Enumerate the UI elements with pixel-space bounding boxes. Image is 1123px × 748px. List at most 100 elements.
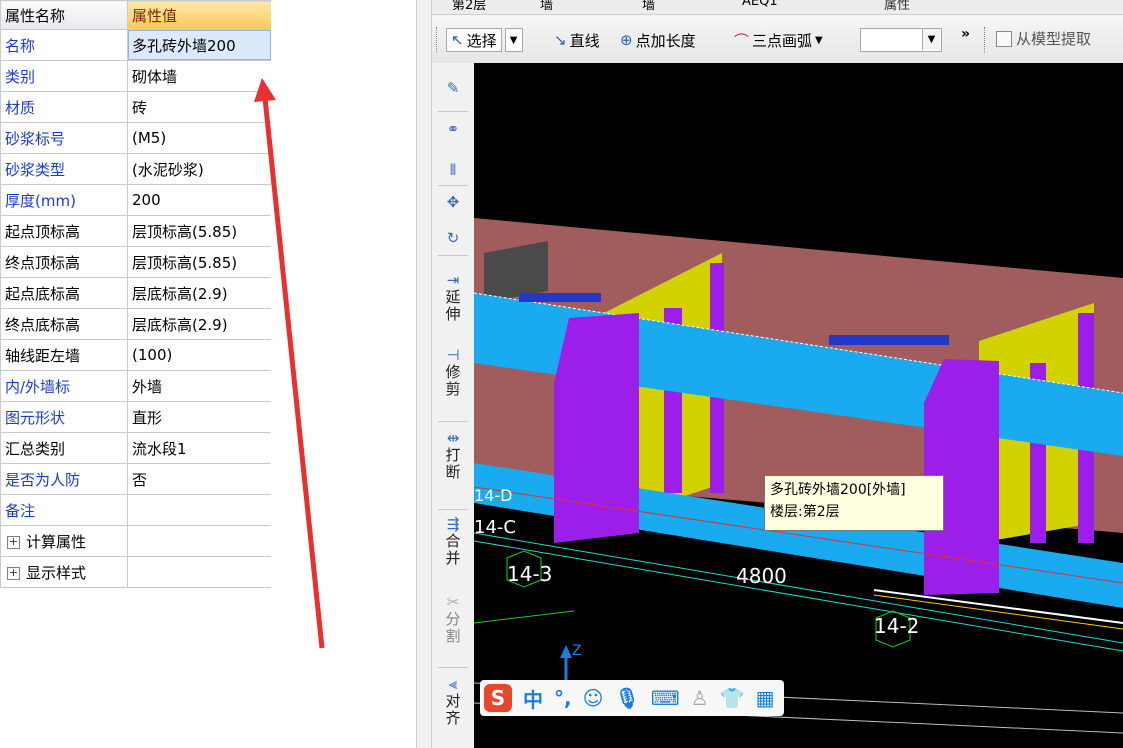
property-value bbox=[127, 525, 272, 557]
property-row[interactable]: 砂浆标号 (M5) bbox=[0, 122, 272, 154]
property-value[interactable]: 砖 bbox=[127, 91, 272, 123]
component-code-selector[interactable]: AEQ1 bbox=[742, 0, 778, 9]
ime-punctuation-toggle[interactable]: °, bbox=[554, 686, 572, 710]
move-tool[interactable]: ✥ bbox=[436, 193, 470, 211]
property-value[interactable]: 砌体墙 bbox=[127, 60, 272, 92]
property-row[interactable]: 起点底标高 层底标高(2.9) bbox=[0, 277, 272, 309]
property-row[interactable]: 图元形状 直形 bbox=[0, 401, 272, 433]
break-icon: ⇹ bbox=[446, 429, 460, 447]
property-value[interactable]: 多孔砖外墙200 bbox=[127, 29, 272, 61]
extract-from-model-button[interactable]: 从模型提取 bbox=[996, 28, 1091, 49]
property-value[interactable]: (M5) bbox=[127, 122, 272, 154]
extend-tool[interactable]: ⇥ 延伸 bbox=[436, 271, 470, 323]
extend-label: 延伸 bbox=[445, 288, 461, 323]
sogou-logo[interactable]: S bbox=[484, 684, 512, 712]
property-name: 终点底标高 bbox=[0, 308, 128, 340]
align-tool[interactable]: ⫷ 对齐 bbox=[436, 675, 470, 727]
trim-icon: ⊣ bbox=[446, 346, 460, 364]
property-row[interactable]: 终点底标高 层底标高(2.9) bbox=[0, 308, 272, 340]
brush-tool[interactable]: ✎ bbox=[436, 79, 470, 97]
divider bbox=[438, 255, 468, 256]
property-group-row[interactable]: + 计算属性 bbox=[0, 525, 272, 557]
property-value[interactable] bbox=[127, 494, 272, 526]
property-name: 类别 bbox=[0, 60, 128, 92]
property-row[interactable]: 起点顶标高 层顶标高(5.85) bbox=[0, 215, 272, 247]
toolbar-grip[interactable] bbox=[436, 27, 440, 53]
floor-selector[interactable]: 第2层 bbox=[452, 0, 486, 13]
component-selector[interactable]: 墙 bbox=[642, 0, 655, 13]
property-row[interactable]: 是否为人防否 bbox=[0, 463, 272, 495]
rotate-tool[interactable]: ↻ bbox=[436, 229, 470, 247]
property-value[interactable]: 层顶标高(5.85) bbox=[127, 246, 272, 278]
copy-tool[interactable]: ⚭ bbox=[436, 120, 470, 138]
property-value[interactable]: 直形 bbox=[127, 401, 272, 433]
arc-dropdown-icon[interactable]: ▼ bbox=[815, 35, 823, 46]
shirt-icon[interactable]: 👕 bbox=[720, 686, 745, 710]
mirror-tool[interactable]: ⫴ bbox=[436, 161, 470, 179]
extend-icon: ⇥ bbox=[446, 271, 460, 289]
toolbar-overflow-button[interactable]: » bbox=[961, 26, 970, 42]
property-value[interactable]: 层底标高(2.9) bbox=[127, 308, 272, 340]
panel-splitter[interactable] bbox=[416, 0, 432, 748]
smiley-icon[interactable]: ☺ bbox=[583, 686, 604, 710]
expand-icon[interactable]: + bbox=[7, 535, 20, 549]
toolbar-grip[interactable] bbox=[984, 27, 988, 53]
property-row[interactable]: 名称 多孔砖外墙200 bbox=[0, 29, 272, 61]
property-row[interactable]: 备注 bbox=[0, 494, 272, 526]
property-value[interactable]: 外墙 bbox=[127, 370, 272, 402]
split-tool[interactable]: ✂ 分割 bbox=[436, 593, 470, 645]
property-value[interactable]: (水泥砂浆) bbox=[127, 153, 272, 185]
trim-tool[interactable]: ⊣ 修剪 bbox=[436, 346, 470, 398]
grid-icon[interactable]: ▦ bbox=[756, 686, 775, 710]
property-group-row[interactable]: + 显示样式 bbox=[0, 556, 272, 588]
select-label: 选择 bbox=[466, 31, 497, 50]
arc-tool[interactable]: ⌒ 三点画弧 ▼ bbox=[734, 28, 823, 52]
ime-mode-toggle[interactable]: 中 bbox=[523, 684, 543, 713]
point-length-tool[interactable]: ⊕ 点加长度 bbox=[620, 28, 696, 52]
property-group[interactable]: + 显示样式 bbox=[0, 556, 128, 588]
property-value[interactable]: 否 bbox=[127, 463, 272, 495]
column[interactable] bbox=[554, 313, 639, 543]
property-row[interactable]: 内/外墙标 外墙 bbox=[0, 370, 272, 402]
user-icon[interactable]: ♙ bbox=[691, 686, 709, 710]
property-value[interactable]: 层底标高(2.9) bbox=[127, 277, 272, 309]
draw-mode-combo-arrow[interactable]: ▼ bbox=[922, 29, 940, 50]
cap bbox=[519, 293, 601, 302]
property-name: 材质 bbox=[0, 91, 128, 123]
copy-icon: ⚭ bbox=[446, 120, 460, 138]
brush-icon: ✎ bbox=[446, 79, 460, 97]
select-tool[interactable]: ↖ 选择 ▼ bbox=[446, 28, 523, 52]
property-group[interactable]: + 计算属性 bbox=[0, 525, 128, 557]
rotate-icon: ↻ bbox=[446, 229, 460, 247]
property-row[interactable]: 终点顶标高 层顶标高(5.85) bbox=[0, 246, 272, 278]
header-property-name[interactable]: 属性名称 bbox=[0, 0, 128, 30]
property-name: 起点底标高 bbox=[0, 277, 128, 309]
property-value bbox=[127, 556, 272, 588]
property-row[interactable]: 轴线距左墙 (100) bbox=[0, 339, 272, 371]
select-dropdown[interactable]: ▼ bbox=[504, 28, 523, 52]
property-value[interactable]: 流水段1 bbox=[127, 432, 272, 464]
line-tool[interactable]: ↘ 直线 bbox=[554, 28, 600, 52]
property-row[interactable]: 砂浆类型 (水泥砂浆) bbox=[0, 153, 272, 185]
mirror-icon: ⫴ bbox=[449, 161, 457, 179]
select-button[interactable]: ↖ 选择 bbox=[446, 28, 502, 52]
3d-scene: Z 14-3 14-2 14-C 14-D 4800 bbox=[474, 218, 1123, 734]
component-type-selector[interactable]: 墙 bbox=[540, 0, 553, 13]
line-icon: ↘ bbox=[554, 31, 567, 49]
property-row[interactable]: 类别 砌体墙 bbox=[0, 60, 272, 92]
properties-button[interactable]: 属性 bbox=[884, 0, 910, 13]
expand-icon[interactable]: + bbox=[7, 566, 20, 580]
break-tool[interactable]: ⇹ 打断 bbox=[436, 429, 470, 481]
property-value[interactable]: (100) bbox=[127, 339, 272, 371]
property-value[interactable]: 200 bbox=[127, 184, 272, 216]
property-row[interactable]: 厚度(mm) 200 bbox=[0, 184, 272, 216]
property-row[interactable]: 材质砖 bbox=[0, 91, 272, 123]
property-row[interactable]: 汇总类别 流水段1 bbox=[0, 432, 272, 464]
microphone-icon[interactable]: 🎙 bbox=[614, 686, 639, 710]
merge-tool[interactable]: ⇶ 合并 bbox=[436, 515, 470, 567]
arc-label: 三点画弧 bbox=[752, 31, 813, 50]
keyboard-icon[interactable]: ⌨ bbox=[651, 686, 680, 710]
header-property-value[interactable]: 属性值 bbox=[127, 0, 272, 30]
property-value[interactable]: 层顶标高(5.85) bbox=[127, 215, 272, 247]
3d-viewport[interactable]: Z 14-3 14-2 14-C 14-D 4800 bbox=[474, 63, 1123, 748]
